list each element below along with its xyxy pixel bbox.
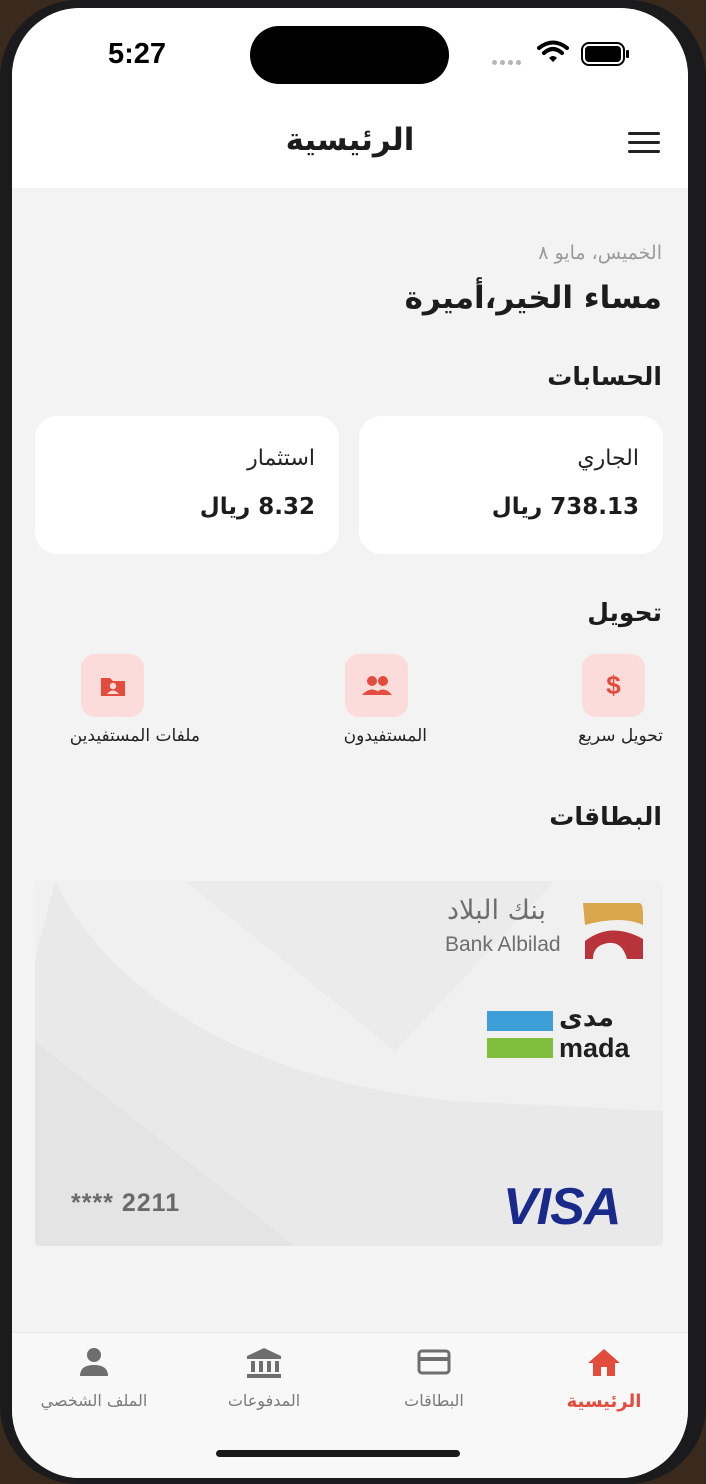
tab-label: الملف الشخصي [40,1391,148,1410]
people-icon [345,654,408,717]
beneficiary-files-button[interactable]: ملفات المستفيدين [28,654,200,754]
greeting-text: مساء الخير،أميرة [404,280,662,316]
tab-profile[interactable]: الملف الشخصي [19,1347,169,1427]
status-bar: 5:27 [12,8,688,108]
tab-label: البطاقات [404,1391,464,1410]
beneficiaries-button[interactable]: المستفيدون [292,654,462,754]
status-time: 5:27 [108,38,167,70]
account-balance: 8.32 ريال [199,494,315,520]
menu-icon[interactable] [628,132,660,156]
visa-logo: VISA [503,1178,621,1236]
tab-cards[interactable]: البطاقات [359,1347,509,1427]
contact-folder-icon [81,654,144,717]
card-icon [417,1349,451,1375]
bank-name-arabic: بنك البلاد [447,895,547,926]
person-icon [80,1348,108,1376]
mada-logo-arabic: مدى [559,1003,614,1033]
home-indicator[interactable] [216,1450,460,1457]
current-date: الخميس، مايو ٨ [538,242,662,264]
account-name: الجاري [577,446,639,471]
account-card-current[interactable]: الجاري 738.13 ريال [359,416,663,554]
dynamic-island [250,26,449,84]
accounts-section-title: الحسابات [547,362,662,391]
cards-section-title: البطاقات [549,802,662,831]
home-icon [588,1349,620,1376]
quick-transfer-button[interactable]: $ تحويل سريع [493,654,663,754]
mada-logo-english: mada [559,1033,630,1063]
bank-card[interactable]: بنك البلاد Bank Albilad مدى mada VISA **… [35,881,663,1246]
cellular-signal-icon [492,60,521,65]
bank-icon [247,1348,281,1378]
app-header: الرئيسية [12,108,688,188]
account-balance: 738.13 ريال [491,494,639,520]
wifi-icon [537,40,569,62]
bank-albilad-logo [583,903,643,959]
action-label: ملفات المستفيدين [69,726,200,746]
dollar-icon: $ [582,654,645,717]
tab-payments[interactable]: المدفوعات [189,1347,339,1427]
tab-home[interactable]: الرئيسية [529,1347,679,1427]
mada-green-bar [487,1038,553,1058]
page-title: الرئيسية [285,122,415,158]
card-number: **** 2211 [71,1189,181,1217]
action-label: المستفيدون [343,726,427,746]
battery-icon [581,42,629,66]
screen: 5:27 الرئيسية الخميس، مايو ٨ مساء الخير،… [12,8,688,1478]
bank-name-english: Bank Albilad [445,933,561,956]
tab-label: المدفوعات [227,1391,301,1410]
tab-label: الرئيسية [566,1391,642,1412]
transfer-section-title: تحويل [587,598,662,627]
action-label: تحويل سريع [578,726,663,746]
account-name: استثمار [247,446,315,471]
mada-blue-bar [487,1011,553,1031]
account-card-investment[interactable]: استثمار 8.32 ريال [35,416,339,554]
